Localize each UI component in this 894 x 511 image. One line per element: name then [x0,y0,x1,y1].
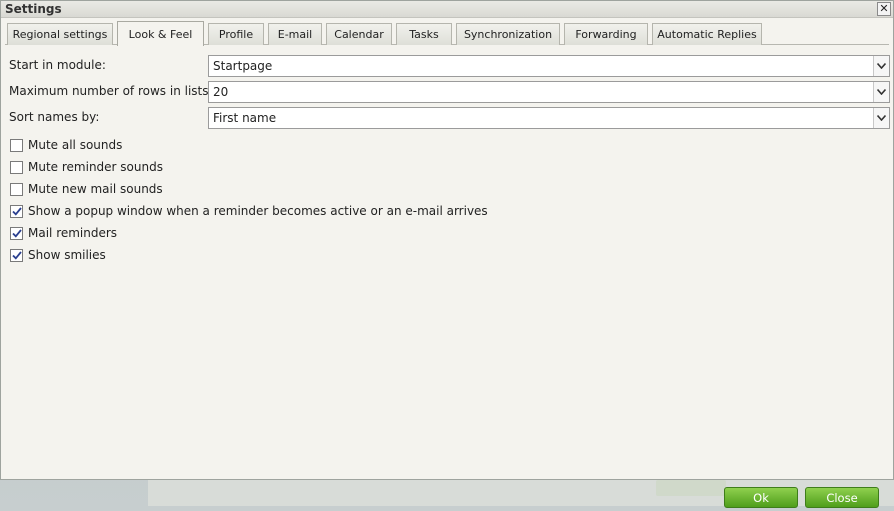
dialog-title: Settings [5,2,62,16]
chevron-down-icon[interactable] [873,108,889,128]
show-popup-label: Show a popup window when a reminder beco… [28,204,488,218]
tab-label: Synchronization [463,28,553,41]
tab-label: Profile [218,28,254,41]
tab-label: Calendar [334,28,384,41]
tab-regional-settings[interactable]: Regional settings [7,23,113,45]
close-icon[interactable]: ✕ [877,2,891,16]
settings-dialog: Settings ✕ Regional settings Look & Feel… [0,0,894,480]
mute-all-sounds-option[interactable]: Mute all sounds [10,137,122,153]
background-ghost-button [656,480,726,496]
tab-forwarding[interactable]: Forwarding [564,23,648,45]
chevron-down-icon[interactable] [873,82,889,102]
checkmark-icon [11,206,22,216]
sort-names-value: First name [213,111,277,125]
tab-label: Forwarding [575,28,637,41]
tab-email[interactable]: E-mail [268,23,322,45]
max-rows-label: Maximum number of rows in lists: [9,84,213,98]
mail-reminders-option[interactable]: Mail reminders [10,225,117,241]
tab-label: Look & Feel [128,27,193,41]
ok-button[interactable]: Ok [724,487,798,508]
mute-all-sounds-label: Mute all sounds [28,138,123,152]
show-smilies-option[interactable]: Show smilies [10,247,106,263]
show-smilies-checkbox[interactable] [10,248,23,262]
mute-new-mail-sounds-checkbox[interactable] [10,182,23,196]
chevron-down-icon[interactable] [873,56,889,76]
start-module-select[interactable]: Startpage [208,55,890,77]
sort-names-select[interactable]: First name [208,107,890,129]
tab-automatic-replies[interactable]: Automatic Replies [652,23,762,45]
max-rows-row: Maximum number of rows in lists: 20 [9,81,890,103]
mute-reminder-sounds-option[interactable]: Mute reminder sounds [10,159,163,175]
tab-bar: Regional settings Look & Feel Profile E-… [5,21,889,46]
mail-reminders-checkbox[interactable] [10,226,23,240]
start-module-value: Startpage [213,59,273,73]
start-module-label: Start in module: [9,58,106,72]
dialog-titlebar[interactable]: Settings ✕ [1,1,893,18]
sort-names-label: Sort names by: [9,110,100,124]
max-rows-select[interactable]: 20 [208,81,890,103]
sort-names-row: Sort names by: First name [9,107,890,129]
mute-new-mail-sounds-label: Mute new mail sounds [28,182,163,196]
checkmark-icon [11,250,22,260]
tab-look-and-feel[interactable]: Look & Feel [117,21,204,46]
tab-label: Automatic Replies [657,28,757,41]
mute-reminder-sounds-checkbox[interactable] [10,160,23,174]
close-button[interactable]: Close [805,487,879,508]
tab-profile[interactable]: Profile [208,23,264,45]
checkmark-icon [11,228,22,238]
tab-calendar[interactable]: Calendar [326,23,392,45]
tab-label: Regional settings [12,28,108,41]
show-popup-checkbox[interactable] [10,204,23,218]
show-smilies-label: Show smilies [28,248,106,262]
look-and-feel-panel: Start in module: Startpage Maximum numbe… [5,46,890,478]
show-popup-option[interactable]: Show a popup window when a reminder beco… [10,203,488,219]
tab-tasks[interactable]: Tasks [396,23,452,45]
mute-all-sounds-checkbox[interactable] [10,138,23,152]
mute-new-mail-sounds-option[interactable]: Mute new mail sounds [10,181,163,197]
start-module-row: Start in module: Startpage [9,55,890,77]
tab-synchronization[interactable]: Synchronization [456,23,560,45]
tab-label: Tasks [409,28,439,41]
mail-reminders-label: Mail reminders [28,226,118,240]
mute-reminder-sounds-label: Mute reminder sounds [28,160,163,174]
tab-label: E-mail [277,28,313,41]
max-rows-value: 20 [213,85,229,99]
